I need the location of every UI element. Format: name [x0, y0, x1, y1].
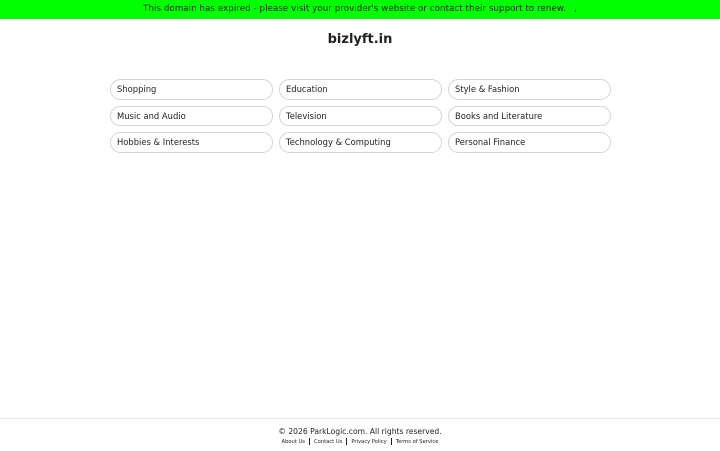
site-title: bizlyft.in: [327, 32, 393, 47]
expiry-banner: This domain has expired - please visit y…: [0, 0, 720, 19]
category-link-television[interactable]: Television: [279, 105, 442, 126]
category-link-personal-finance[interactable]: Personal Finance: [448, 132, 611, 153]
category-link-hobbies-interests[interactable]: Hobbies & Interests: [110, 132, 273, 153]
copyright-text: © 2026 ParkLogic.com. All rights reserve…: [278, 427, 442, 436]
category-link-education[interactable]: Education: [279, 79, 442, 100]
category-link-style-fashion[interactable]: Style & Fashion: [448, 79, 611, 100]
category-link-technology-computing[interactable]: Technology & Computing: [279, 132, 442, 153]
category-grid: Shopping Education Style & Fashion Music…: [110, 79, 611, 153]
footer-link-about[interactable]: About Us: [278, 439, 310, 445]
category-link-shopping[interactable]: Shopping: [110, 79, 273, 100]
footer-link-privacy[interactable]: Privacy Policy: [347, 439, 390, 445]
category-link-music-audio[interactable]: Music and Audio: [110, 105, 273, 126]
footer-links: About Us Contact Us Privacy Policy Terms of…: [0, 438, 720, 446]
footer-link-contact[interactable]: Contact Us: [310, 439, 346, 445]
category-link-books-literature[interactable]: Books and Literature: [448, 105, 611, 126]
expiry-message: This domain has expired - please visit y…: [143, 4, 567, 14]
banner-trailing-mark: ,: [574, 4, 577, 14]
footer-link-terms[interactable]: Terms of Service: [392, 439, 443, 445]
page-footer: © 2026 ParkLogic.com. All rights reserve…: [0, 418, 720, 451]
